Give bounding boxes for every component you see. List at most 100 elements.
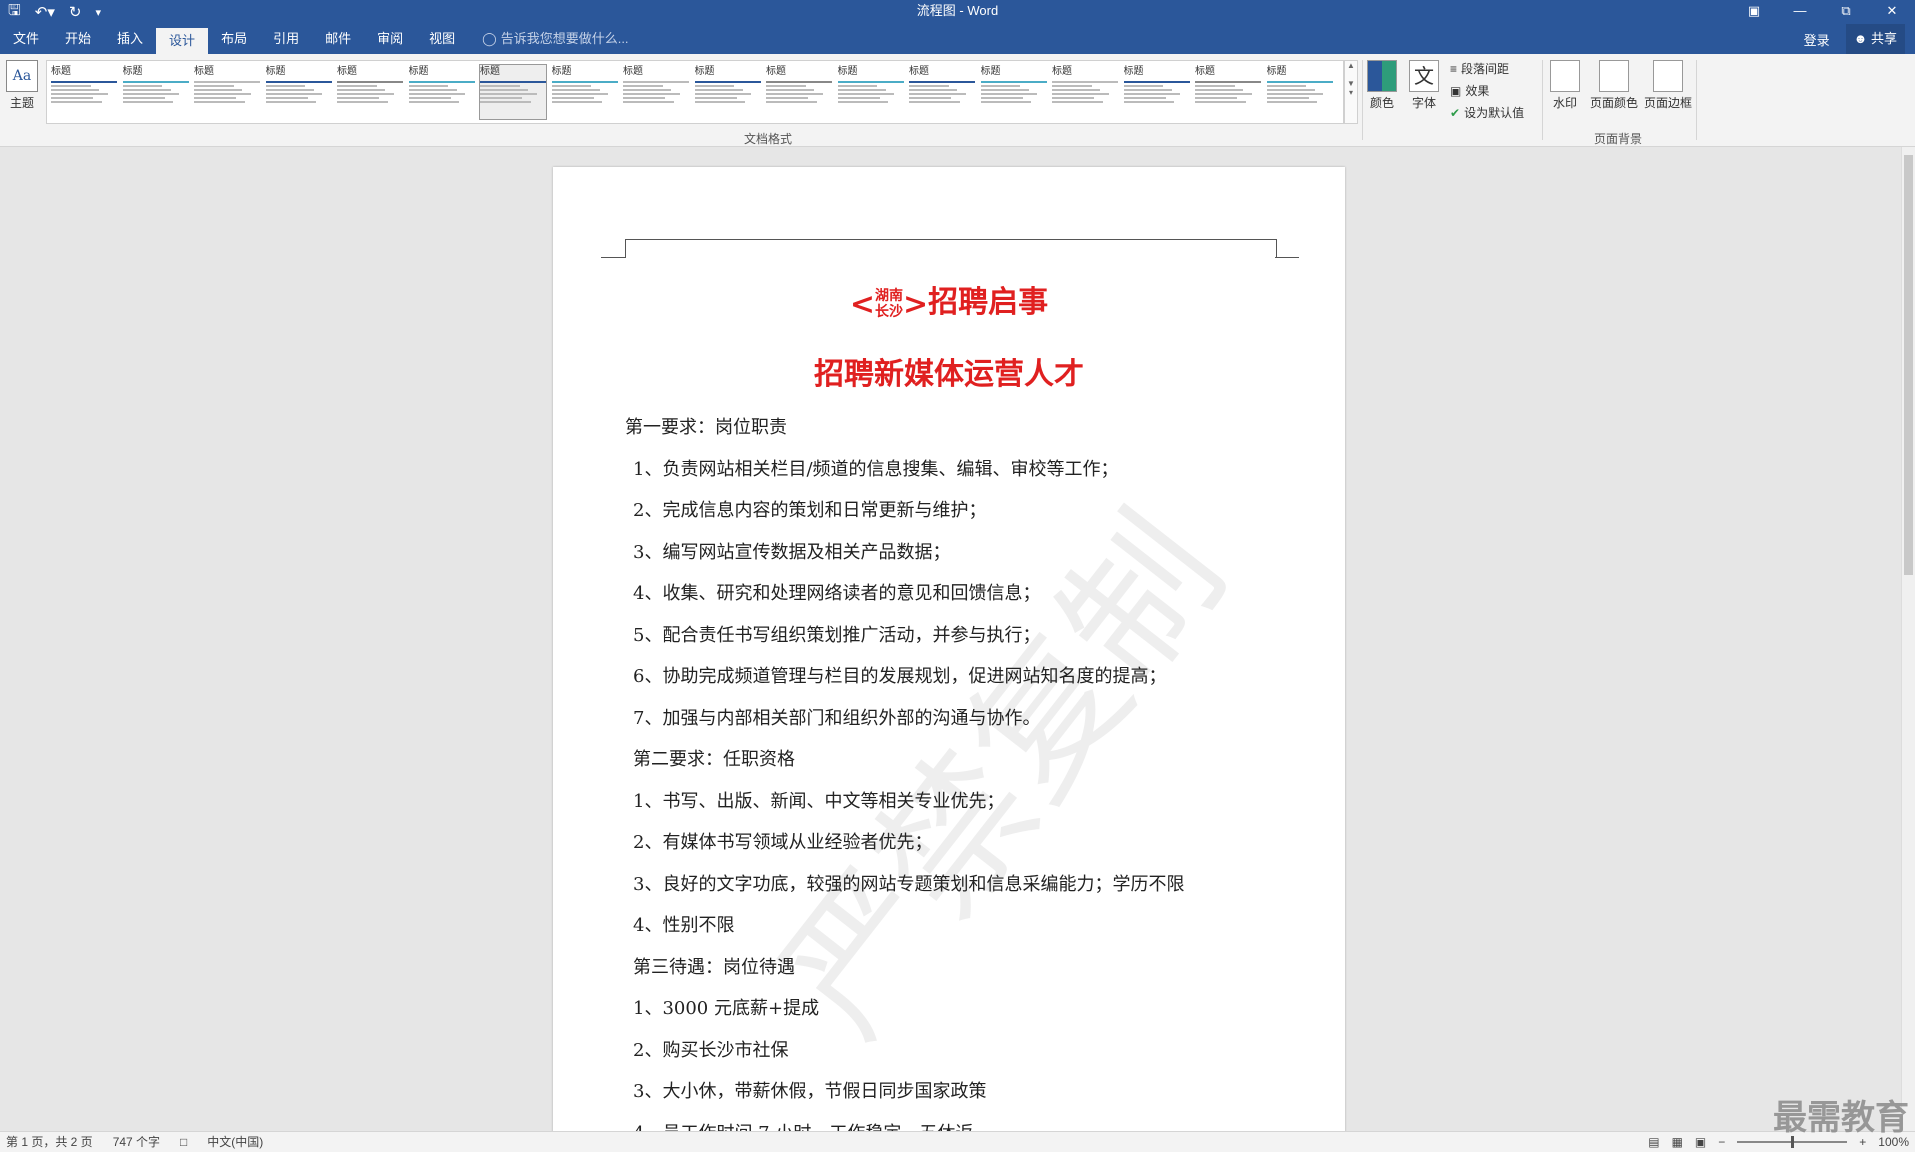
list-item: 3、编写网站宣传数据及相关产品数据； bbox=[633, 541, 951, 563]
thumbnail-accent bbox=[837, 81, 904, 83]
tab-home[interactable]: 开始 bbox=[52, 24, 104, 54]
style-set-thumbnail[interactable]: 标题 bbox=[51, 65, 117, 119]
style-set-thumbnail[interactable]: 标题 bbox=[766, 65, 832, 119]
ribbon-tabs-bar: 文件 开始 插入 设计 布局 引用 邮件 审阅 视图 ◯ 告诉我您想要做什么..… bbox=[0, 24, 1915, 54]
thumbnail-title: 标题 bbox=[551, 66, 572, 77]
thumbnail-line bbox=[909, 93, 966, 95]
thumbnail-line bbox=[909, 101, 960, 103]
group-separator bbox=[1362, 60, 1363, 140]
fonts-button[interactable]: 文 字体 bbox=[1408, 60, 1440, 111]
tab-review[interactable]: 审阅 bbox=[364, 24, 416, 54]
thumbnail-accent bbox=[51, 81, 117, 83]
heading-bottom-chars: 长沙 bbox=[875, 304, 903, 320]
thumbnail-line bbox=[766, 97, 809, 99]
print-layout-icon[interactable]: ▦ bbox=[1672, 1132, 1683, 1152]
tab-references[interactable]: 引用 bbox=[260, 24, 312, 54]
style-set-thumbnail[interactable]: 标题 bbox=[122, 65, 189, 119]
zoom-out-icon[interactable]: − bbox=[1718, 1132, 1725, 1152]
word-count[interactable]: 747 个字 bbox=[113, 1132, 160, 1152]
thumbnail-accent bbox=[766, 81, 832, 83]
style-set-thumbnail[interactable]: 标题 bbox=[1052, 65, 1118, 119]
share-button[interactable]: ☻ 共享 bbox=[1845, 24, 1905, 54]
proofing-icon[interactable]: □ bbox=[180, 1132, 187, 1152]
thumbnail-line bbox=[837, 101, 889, 103]
close-icon[interactable]: ✕ bbox=[1869, 0, 1915, 24]
page-color-icon bbox=[1599, 60, 1629, 92]
document-page[interactable]: 严禁复制 < 湖南 长沙 >招聘启事 招聘新媒体运营人才 第一要求：岗位职责 1、负责网… bbox=[553, 167, 1345, 1131]
thumbnail-line bbox=[1266, 89, 1315, 91]
tab-view[interactable]: 视图 bbox=[416, 24, 468, 54]
gallery-scroll[interactable]: ▲ ▼ ▾ bbox=[1344, 60, 1358, 124]
style-set-thumbnail[interactable]: 标题 bbox=[337, 65, 403, 119]
style-set-thumbnail[interactable]: 标题 bbox=[1195, 65, 1261, 119]
thumbnail-line bbox=[1195, 85, 1235, 87]
thumbnail-line bbox=[480, 101, 531, 103]
style-set-thumbnail[interactable]: 标题 bbox=[1266, 65, 1333, 119]
heading-combined-chars: 湖南 长沙 bbox=[875, 288, 903, 320]
tab-file[interactable]: 文件 bbox=[0, 24, 52, 54]
list-item: 3、大小休，带薪休假，节假日同步国家政策 bbox=[633, 1081, 987, 1102]
effects-button[interactable]: ▣ 效果 bbox=[1450, 82, 1489, 99]
thumbnail-line bbox=[51, 85, 91, 87]
window-title: 流程图 - Word bbox=[916, 3, 999, 18]
page-borders-button[interactable]: 页面边框 bbox=[1642, 60, 1694, 111]
style-set-thumbnail[interactable]: 标题 bbox=[551, 65, 618, 119]
web-layout-icon[interactable]: ▣ bbox=[1695, 1132, 1706, 1152]
tell-me-box[interactable]: ◯ 告诉我您想要做什么... bbox=[468, 24, 628, 54]
login-link[interactable]: 登录 bbox=[1804, 30, 1830, 49]
thumbnail-title: 标题 bbox=[122, 66, 143, 77]
page-color-button[interactable]: 页面颜色 bbox=[1588, 60, 1640, 111]
header-border-right bbox=[1275, 257, 1299, 258]
watermark-button[interactable]: 水印 bbox=[1548, 60, 1582, 111]
status-bar: 第 1 页，共 2 页 747 个字 □ 中文(中国) ▤ ▦ ▣ − + 10… bbox=[0, 1131, 1915, 1152]
thumbnail-line bbox=[623, 89, 672, 91]
page-count[interactable]: 第 1 页，共 2 页 bbox=[6, 1132, 93, 1152]
colors-button[interactable]: 颜色 bbox=[1366, 60, 1398, 111]
paragraph-spacing-button[interactable]: ≡ 段落间距 bbox=[1450, 60, 1509, 77]
thumbnail-accent bbox=[909, 81, 975, 83]
thumbnail-line bbox=[1195, 97, 1238, 99]
style-set-thumbnail[interactable]: 标题 bbox=[479, 64, 547, 120]
themes-label: 主题 bbox=[9, 96, 34, 110]
watermark-icon bbox=[1550, 60, 1580, 92]
read-mode-icon[interactable]: ▤ bbox=[1648, 1132, 1659, 1152]
thumbnail-line bbox=[1123, 97, 1166, 99]
vertical-scrollbar[interactable] bbox=[1901, 147, 1915, 1131]
colors-icon bbox=[1367, 60, 1397, 92]
tab-insert[interactable]: 插入 bbox=[104, 24, 156, 54]
style-set-thumbnail[interactable]: 标题 bbox=[694, 65, 761, 119]
list-item: 1、3000 元底薪+提成 bbox=[633, 998, 820, 1019]
scrollbar-thumb[interactable] bbox=[1904, 155, 1913, 575]
themes-button[interactable]: Aa 主题 bbox=[6, 60, 38, 111]
minimize-icon[interactable]: — bbox=[1777, 0, 1823, 24]
tab-mailings[interactable]: 邮件 bbox=[312, 24, 364, 54]
thumbnail-line bbox=[909, 85, 949, 87]
tab-design[interactable]: 设计 bbox=[156, 28, 209, 54]
style-set-thumbnail[interactable]: 标题 bbox=[265, 65, 332, 119]
thumbnail-line bbox=[408, 89, 457, 91]
style-set-thumbnail[interactable]: 标题 bbox=[1123, 65, 1190, 119]
thumbnail-line bbox=[980, 101, 1032, 103]
style-set-thumbnail[interactable]: 标题 bbox=[909, 65, 975, 119]
thumbnail-line bbox=[980, 89, 1029, 91]
zoom-slider[interactable] bbox=[1737, 1136, 1848, 1148]
style-set-thumbnail[interactable]: 标题 bbox=[980, 65, 1047, 119]
page-background-label: 页面背景 bbox=[1594, 132, 1643, 146]
style-set-thumbnail[interactable]: 标题 bbox=[837, 65, 904, 119]
set-default-label: 设为默认值 bbox=[1464, 106, 1525, 120]
language-indicator[interactable]: 中文(中国) bbox=[207, 1132, 263, 1152]
thumbnail-accent bbox=[1266, 81, 1333, 83]
style-set-thumbnail[interactable]: 标题 bbox=[408, 65, 475, 119]
set-default-button[interactable]: ✔ 设为默认值 bbox=[1450, 104, 1524, 121]
ribbon-display-icon[interactable]: ▣ bbox=[1731, 0, 1777, 24]
thumbnail-line bbox=[1266, 93, 1324, 95]
tab-layout[interactable]: 布局 bbox=[208, 24, 260, 54]
style-set-thumbnail[interactable]: 标题 bbox=[194, 65, 260, 119]
thumbnail-title: 标题 bbox=[623, 66, 643, 77]
colors-label: 颜色 bbox=[1369, 96, 1394, 110]
restore-icon[interactable]: ⧉ bbox=[1823, 0, 1869, 24]
style-set-thumbnail[interactable]: 标题 bbox=[623, 65, 689, 119]
thumbnail-title: 标题 bbox=[408, 66, 429, 77]
thumbnail-title: 标题 bbox=[766, 66, 786, 77]
thumbnail-line bbox=[694, 101, 746, 103]
